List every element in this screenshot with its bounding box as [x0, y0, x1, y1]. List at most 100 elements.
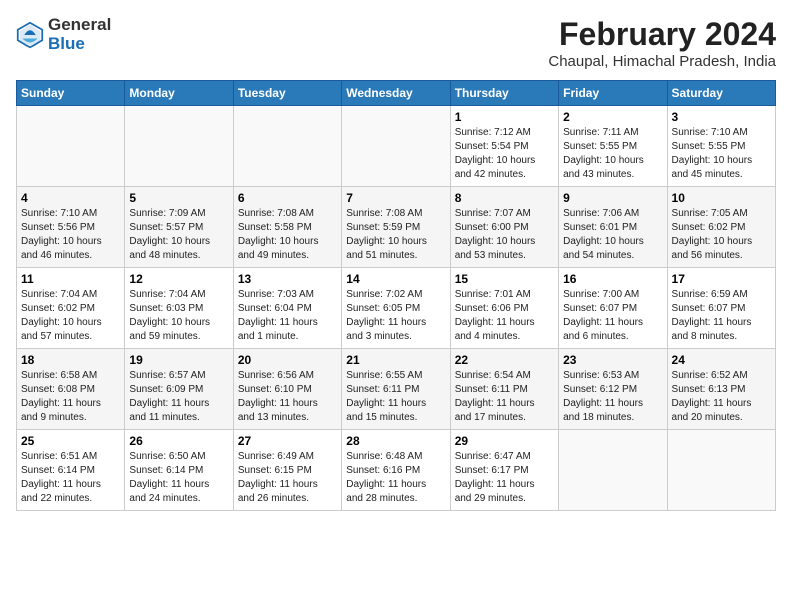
logo-blue: Blue	[48, 35, 111, 54]
day-number: 27	[238, 434, 337, 448]
day-info: Sunrise: 7:05 AM Sunset: 6:02 PM Dayligh…	[672, 207, 771, 263]
day-number: 11	[21, 272, 120, 286]
day-number: 16	[563, 272, 662, 286]
logo-icon	[16, 21, 44, 49]
day-number: 28	[346, 434, 445, 448]
day-number: 14	[346, 272, 445, 286]
calendar-cell: 29 Sunrise: 6:47 AM Sunset: 6:17 PM Dayli…	[450, 430, 558, 511]
logo: General Blue	[16, 16, 111, 53]
calendar-cell	[667, 430, 775, 511]
calendar-cell: 20Sunrise: 6:56 AM Sunset: 6:10 PM Dayli…	[233, 349, 341, 430]
weekday-header-monday: Monday	[125, 81, 233, 106]
calendar-cell: 8 Sunrise: 7:07 AM Sunset: 6:00 PM Daylig…	[450, 187, 558, 268]
day-number: 26	[129, 434, 228, 448]
day-info: Sunrise: 6:51 AM Sunset: 6:14 PM Dayligh…	[21, 450, 120, 506]
day-number: 3	[672, 110, 771, 124]
calendar-week-row: 11 Sunrise: 7:04 AM Sunset: 6:02 PM Dayli…	[17, 268, 776, 349]
calendar-cell: 26 Sunrise: 6:50 AM Sunset: 6:14 PM Dayli…	[125, 430, 233, 511]
calendar-cell: 12 Sunrise: 7:04 AM Sunset: 6:03 PM Dayli…	[125, 268, 233, 349]
calendar-cell	[233, 106, 341, 187]
day-number: 17	[672, 272, 771, 286]
day-info: Sunrise: 6:53 AM Sunset: 6:12 PM Dayligh…	[563, 369, 662, 425]
calendar-cell: 17 Sunrise: 6:59 AM Sunset: 6:07 PM Dayli…	[667, 268, 775, 349]
calendar-cell	[125, 106, 233, 187]
day-number: 2	[563, 110, 662, 124]
calendar-table: SundayMondayTuesdayWednesdayThursdayFrid…	[16, 80, 776, 511]
day-number: 25	[21, 434, 120, 448]
calendar-cell	[17, 106, 125, 187]
calendar-cell: 6 Sunrise: 7:08 AM Sunset: 5:58 PM Daylig…	[233, 187, 341, 268]
day-number: 15	[455, 272, 554, 286]
calendar-cell: 1 Sunrise: 7:12 AM Sunset: 5:54 PM Daylig…	[450, 106, 558, 187]
logo-general: General	[48, 16, 111, 35]
weekday-header-tuesday: Tuesday	[233, 81, 341, 106]
calendar-cell: 11 Sunrise: 7:04 AM Sunset: 6:02 PM Dayli…	[17, 268, 125, 349]
day-info: Sunrise: 6:49 AM Sunset: 6:15 PM Dayligh…	[238, 450, 337, 506]
day-number: 29	[455, 434, 554, 448]
day-number: 21	[346, 353, 445, 367]
day-number: 19	[129, 353, 228, 367]
day-info: Sunrise: 7:09 AM Sunset: 5:57 PM Dayligh…	[129, 207, 228, 263]
day-info: Sunrise: 6:57 AM Sunset: 6:09 PM Dayligh…	[129, 369, 228, 425]
day-info: Sunrise: 7:06 AM Sunset: 6:01 PM Dayligh…	[563, 207, 662, 263]
calendar-cell: 14 Sunrise: 7:02 AM Sunset: 6:05 PM Dayli…	[342, 268, 450, 349]
day-info: Sunrise: 6:55 AM Sunset: 6:11 PM Dayligh…	[346, 369, 445, 425]
calendar-cell: 22Sunrise: 6:54 AM Sunset: 6:11 PM Dayli…	[450, 349, 558, 430]
day-number: 7	[346, 191, 445, 205]
title-block: February 2024 Chaupal, Himachal Pradesh,…	[548, 16, 776, 70]
day-info: Sunrise: 7:01 AM Sunset: 6:06 PM Dayligh…	[455, 288, 554, 344]
calendar-cell: 23 Sunrise: 6:53 AM Sunset: 6:12 PM Dayli…	[559, 349, 667, 430]
calendar-cell: 15 Sunrise: 7:01 AM Sunset: 6:06 PM Dayli…	[450, 268, 558, 349]
calendar-cell: 21 Sunrise: 6:55 AM Sunset: 6:11 PM Dayli…	[342, 349, 450, 430]
calendar-cell: 10 Sunrise: 7:05 AM Sunset: 6:02 PM Dayli…	[667, 187, 775, 268]
calendar-week-row: 4Sunrise: 7:10 AM Sunset: 5:56 PM Daylig…	[17, 187, 776, 268]
day-number: 8	[455, 191, 554, 205]
day-info: Sunrise: 6:50 AM Sunset: 6:14 PM Dayligh…	[129, 450, 228, 506]
weekday-header-saturday: Saturday	[667, 81, 775, 106]
calendar-cell: 4Sunrise: 7:10 AM Sunset: 5:56 PM Daylig…	[17, 187, 125, 268]
day-number: 5	[129, 191, 228, 205]
day-info: Sunrise: 6:59 AM Sunset: 6:07 PM Dayligh…	[672, 288, 771, 344]
day-info: Sunrise: 7:08 AM Sunset: 5:58 PM Dayligh…	[238, 207, 337, 263]
day-number: 13	[238, 272, 337, 286]
calendar-week-row: 18Sunrise: 6:58 AM Sunset: 6:08 PM Dayli…	[17, 349, 776, 430]
calendar-week-row: 1 Sunrise: 7:12 AM Sunset: 5:54 PM Daylig…	[17, 106, 776, 187]
day-number: 4	[21, 191, 120, 205]
calendar-cell: 5 Sunrise: 7:09 AM Sunset: 5:57 PM Daylig…	[125, 187, 233, 268]
day-number: 12	[129, 272, 228, 286]
calendar-cell: 7Sunrise: 7:08 AM Sunset: 5:59 PM Daylig…	[342, 187, 450, 268]
day-number: 23	[563, 353, 662, 367]
calendar-cell: 2Sunrise: 7:11 AM Sunset: 5:55 PM Daylig…	[559, 106, 667, 187]
day-number: 1	[455, 110, 554, 124]
day-info: Sunrise: 6:47 AM Sunset: 6:17 PM Dayligh…	[455, 450, 554, 506]
day-info: Sunrise: 6:52 AM Sunset: 6:13 PM Dayligh…	[672, 369, 771, 425]
calendar-cell: 24Sunrise: 6:52 AM Sunset: 6:13 PM Dayli…	[667, 349, 775, 430]
day-info: Sunrise: 7:10 AM Sunset: 5:55 PM Dayligh…	[672, 126, 771, 182]
day-number: 18	[21, 353, 120, 367]
day-info: Sunrise: 6:48 AM Sunset: 6:16 PM Dayligh…	[346, 450, 445, 506]
day-info: Sunrise: 7:04 AM Sunset: 6:03 PM Dayligh…	[129, 288, 228, 344]
weekday-header-wednesday: Wednesday	[342, 81, 450, 106]
calendar-cell	[559, 430, 667, 511]
calendar-cell: 28 Sunrise: 6:48 AM Sunset: 6:16 PM Dayli…	[342, 430, 450, 511]
calendar-week-row: 25 Sunrise: 6:51 AM Sunset: 6:14 PM Dayli…	[17, 430, 776, 511]
day-info: Sunrise: 7:02 AM Sunset: 6:05 PM Dayligh…	[346, 288, 445, 344]
day-info: Sunrise: 7:03 AM Sunset: 6:04 PM Dayligh…	[238, 288, 337, 344]
calendar-header: SundayMondayTuesdayWednesdayThursdayFrid…	[17, 81, 776, 106]
location-subtitle: Chaupal, Himachal Pradesh, India	[548, 53, 776, 70]
calendar-cell	[342, 106, 450, 187]
logo-text: General Blue	[48, 16, 111, 53]
calendar-cell: 13 Sunrise: 7:03 AM Sunset: 6:04 PM Dayli…	[233, 268, 341, 349]
calendar-body: 1 Sunrise: 7:12 AM Sunset: 5:54 PM Daylig…	[17, 106, 776, 511]
page-header: General Blue February 2024 Chaupal, Hima…	[16, 16, 776, 70]
day-number: 6	[238, 191, 337, 205]
day-number: 20	[238, 353, 337, 367]
day-number: 10	[672, 191, 771, 205]
month-year-title: February 2024	[548, 16, 776, 53]
day-info: Sunrise: 7:04 AM Sunset: 6:02 PM Dayligh…	[21, 288, 120, 344]
day-info: Sunrise: 7:00 AM Sunset: 6:07 PM Dayligh…	[563, 288, 662, 344]
calendar-cell: 18Sunrise: 6:58 AM Sunset: 6:08 PM Dayli…	[17, 349, 125, 430]
day-info: Sunrise: 7:12 AM Sunset: 5:54 PM Dayligh…	[455, 126, 554, 182]
day-info: Sunrise: 7:07 AM Sunset: 6:00 PM Dayligh…	[455, 207, 554, 263]
day-number: 9	[563, 191, 662, 205]
